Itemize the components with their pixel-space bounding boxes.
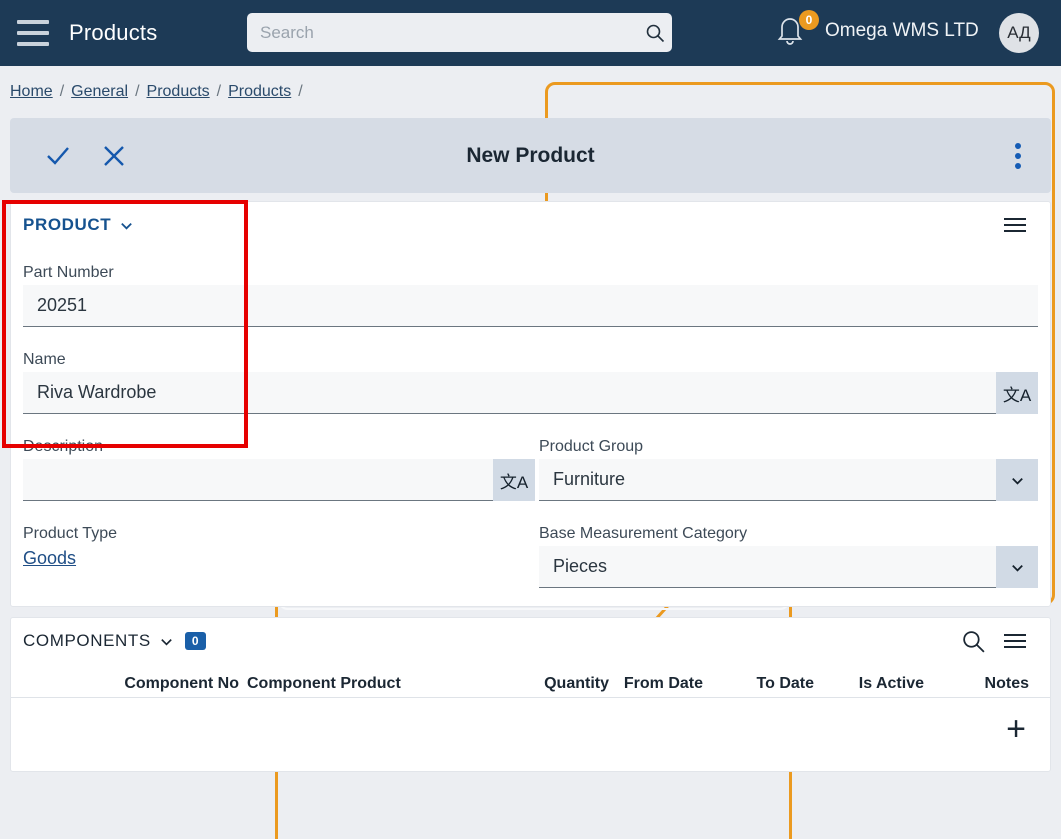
- breadcrumb-item-products[interactable]: Products: [147, 83, 210, 101]
- base-measurement-category-field: Base Measurement Category: [539, 525, 1038, 588]
- page-title: New Product: [466, 143, 595, 167]
- search-box[interactable]: [247, 13, 672, 52]
- part-number-field: Part Number: [23, 264, 1038, 327]
- chevron-down-icon[interactable]: [996, 459, 1038, 501]
- base-measurement-category-input[interactable]: [539, 546, 996, 588]
- breadcrumb-separator: /: [216, 83, 222, 100]
- breadcrumb-separator: /: [135, 83, 140, 100]
- description-field: Description 文A: [23, 438, 535, 501]
- description-label: Description: [23, 438, 104, 455]
- hamburger-icon[interactable]: [17, 20, 49, 46]
- column-header-to-date[interactable]: To Date: [709, 675, 814, 697]
- breadcrumb: Home / General / Products / Products /: [0, 66, 1061, 118]
- product-type-value-link[interactable]: Goods: [23, 548, 76, 569]
- chevron-down-icon[interactable]: [996, 546, 1038, 588]
- search-input[interactable]: [247, 13, 638, 52]
- base-measurement-category-label: Base Measurement Category: [539, 525, 748, 542]
- search-icon[interactable]: [638, 23, 672, 43]
- notifications-button[interactable]: 0: [775, 10, 819, 54]
- product-group-label: Product Group: [539, 438, 644, 455]
- name-field: Name 文A: [23, 351, 1038, 414]
- description-input[interactable]: [23, 459, 493, 501]
- breadcrumb-separator: /: [298, 83, 303, 100]
- search-icon[interactable]: [961, 629, 986, 654]
- column-header-notes[interactable]: Notes: [924, 675, 1029, 697]
- translate-icon[interactable]: 文A: [493, 459, 535, 501]
- components-section-header: COMPONENTS 0: [11, 618, 1050, 664]
- components-count-badge: 0: [184, 632, 206, 650]
- product-group-field: Product Group: [539, 438, 1038, 501]
- translate-icon[interactable]: 文A: [996, 372, 1038, 414]
- product-section-header: PRODUCT: [11, 202, 1050, 248]
- column-header-component-no[interactable]: Component No: [11, 675, 241, 697]
- part-number-input[interactable]: [23, 285, 1038, 327]
- plus-icon[interactable]: +: [1006, 712, 1026, 746]
- product-type-label: Product Type: [23, 525, 117, 542]
- column-header-component-product[interactable]: Component Product: [241, 675, 531, 697]
- chevron-down-icon[interactable]: [119, 218, 134, 233]
- kebab-menu-icon[interactable]: [1015, 142, 1021, 169]
- column-header-quantity[interactable]: Quantity: [531, 675, 609, 697]
- part-number-label: Part Number: [23, 264, 114, 281]
- hamburger-menu-icon[interactable]: [1004, 634, 1026, 648]
- product-type-field: Product Type Goods: [23, 525, 535, 569]
- notification-count-badge: 0: [799, 10, 819, 30]
- column-header-from-date[interactable]: From Date: [609, 675, 709, 697]
- components-section-title: COMPONENTS: [23, 631, 151, 650]
- record-toolbar: New Product: [10, 118, 1051, 193]
- chevron-down-icon[interactable]: [159, 634, 174, 649]
- column-header-is-active[interactable]: Is Active: [814, 675, 924, 697]
- components-table-body: +: [11, 698, 1050, 758]
- breadcrumb-item-products-2[interactable]: Products: [228, 83, 291, 101]
- top-navigation-bar: Products 0 Omega WMS LTD АД: [0, 0, 1061, 66]
- avatar[interactable]: АД: [999, 13, 1039, 53]
- breadcrumb-item-home[interactable]: Home: [10, 83, 53, 101]
- product-section-title: PRODUCT: [23, 215, 112, 234]
- breadcrumb-item-general[interactable]: General: [71, 83, 128, 101]
- app-title: Products: [69, 20, 158, 45]
- organization-name: Omega WMS LTD: [825, 20, 979, 41]
- name-label: Name: [23, 351, 66, 368]
- name-input[interactable]: [23, 372, 996, 414]
- hamburger-menu-icon[interactable]: [1004, 218, 1026, 232]
- product-section: PRODUCT Part Number Name 文A Description …: [10, 201, 1051, 607]
- components-table-header: Component No Component Product Quantity …: [11, 664, 1050, 698]
- breadcrumb-separator: /: [59, 83, 65, 100]
- product-group-input[interactable]: [539, 459, 996, 501]
- components-section: COMPONENTS 0 Component No Component Prod…: [10, 617, 1051, 772]
